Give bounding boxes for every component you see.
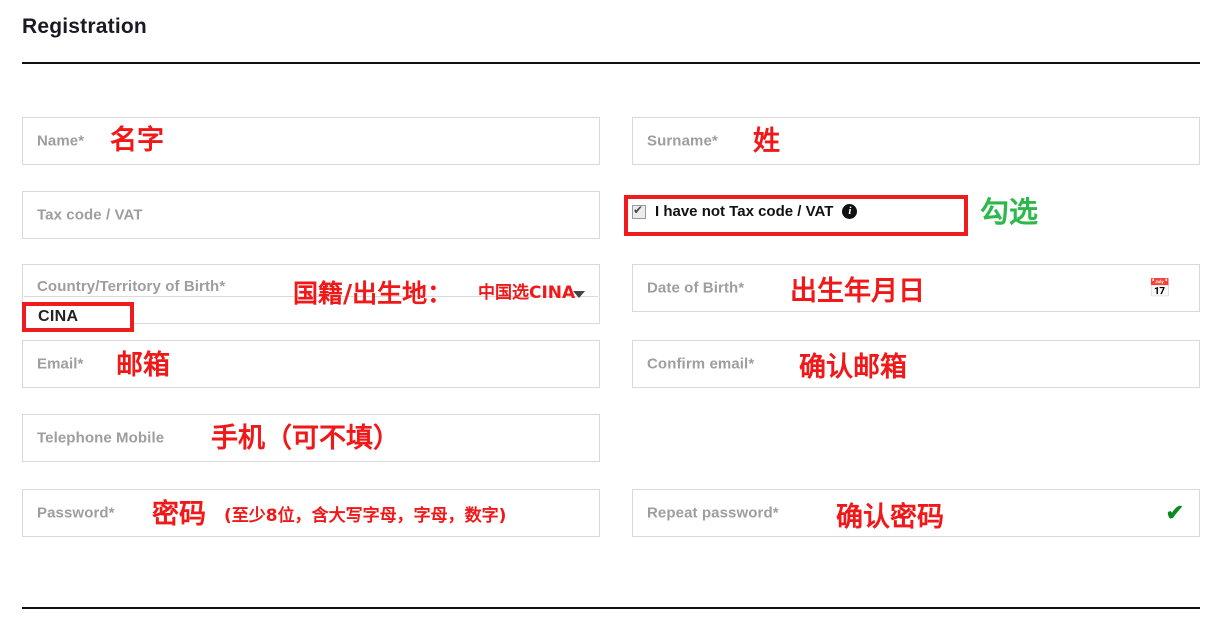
repeat-password-field-label: Repeat password*	[647, 504, 779, 522]
annotation-password-note: (至少8位，含大写字母，字母，数字)	[224, 506, 507, 526]
surname-field[interactable]: Surname*	[632, 117, 1200, 165]
annotation-country-note: 中国选CINA	[478, 283, 576, 303]
check-icon: ✔	[1165, 500, 1184, 525]
date-of-birth-label: Date of Birth*	[647, 279, 745, 297]
annotation-date-of-birth: 出生年月日	[790, 276, 925, 307]
annotation-surname: 姓	[753, 126, 780, 157]
no-tax-code-checkbox-label: I have not Tax code / VAT	[655, 203, 834, 220]
annotation-repeat-password: 确认密码	[836, 502, 944, 533]
name-field-label: Name*	[37, 132, 85, 150]
confirm-email-field[interactable]: Confirm email*	[632, 340, 1200, 388]
annotation-password: 密码	[152, 499, 206, 530]
annotation-email: 邮箱	[116, 350, 170, 381]
title-divider	[22, 62, 1200, 64]
annotation-country: 国籍/出生地：	[293, 279, 453, 308]
email-field[interactable]: Email*	[22, 340, 600, 388]
no-tax-code-checkbox[interactable]	[632, 203, 646, 219]
tax-code-field-label: Tax code / VAT	[37, 206, 143, 224]
annotation-confirm-email: 确认邮箱	[799, 352, 907, 383]
email-field-label: Email*	[37, 355, 84, 373]
bottom-divider	[22, 607, 1200, 609]
tax-code-field[interactable]: Tax code / VAT	[22, 191, 600, 239]
country-of-birth-label: Country/Territory of Birth*	[37, 278, 226, 295]
no-tax-code-checkbox-group[interactable]: I have not Tax code / VAT i	[632, 203, 858, 220]
calendar-icon[interactable]: 📅	[1149, 279, 1171, 297]
password-field-label: Password*	[37, 504, 115, 522]
annotation-telephone: 手机（可不填）	[211, 423, 400, 454]
country-of-birth-value: CINA	[37, 301, 74, 318]
annotation-checkbox-action: 勾选	[980, 195, 1039, 229]
annotation-name: 名字	[110, 125, 164, 156]
surname-field-label: Surname*	[647, 132, 718, 150]
name-field[interactable]: Name*	[22, 117, 600, 165]
confirm-email-field-label: Confirm email*	[647, 355, 755, 373]
page-title: Registration	[22, 15, 147, 38]
telephone-field-label: Telephone Mobile	[37, 429, 165, 447]
info-icon[interactable]: i	[842, 204, 858, 219]
